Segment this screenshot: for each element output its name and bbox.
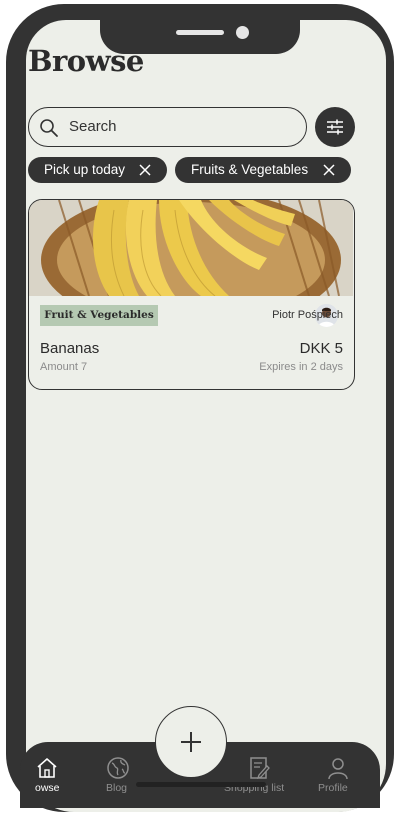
- chip-label: Fruits & Vegetables: [191, 162, 309, 177]
- home-icon: [35, 756, 59, 784]
- plus-icon: [181, 732, 201, 752]
- tab-shopping-list[interactable]: Shopping list: [224, 756, 300, 802]
- list-edit-icon: [248, 756, 272, 784]
- product-price: DKK 5: [299, 340, 343, 357]
- tab-label: Profile: [318, 782, 348, 794]
- sliders-icon: [327, 119, 343, 135]
- product-amount: Amount 7: [40, 361, 88, 373]
- category-badge: Fruit & Vegetables: [40, 305, 158, 326]
- product-name: Bananas: [40, 340, 100, 357]
- tab-label: Blog: [106, 782, 128, 794]
- tab-label: owse: [35, 782, 60, 794]
- tab-blog[interactable]: Blog: [106, 756, 146, 802]
- close-icon[interactable]: [139, 164, 151, 179]
- tab-profile[interactable]: Profile: [318, 756, 358, 802]
- filter-chip-pickup-today[interactable]: Pick up today: [28, 157, 167, 183]
- add-listing-button[interactable]: [155, 706, 227, 778]
- close-icon[interactable]: [323, 164, 335, 179]
- search-icon: [39, 118, 59, 142]
- search-placeholder: Search: [69, 118, 117, 135]
- tab-browse[interactable]: owse: [35, 756, 75, 802]
- chip-label: Pick up today: [44, 162, 126, 177]
- seller-name: Piotr Pośpiech: [272, 309, 343, 321]
- globe-icon: [106, 756, 130, 784]
- home-indicator: [136, 782, 266, 787]
- page-title: Browse: [28, 44, 144, 78]
- filter-chip-fruits-vegetables[interactable]: Fruits & Vegetables: [175, 157, 351, 183]
- banana-photo: [29, 200, 353, 296]
- front-camera: [236, 26, 249, 39]
- listing-card[interactable]: Fruit & Vegetables Piotr Pośpiech Banana…: [28, 199, 355, 390]
- search-input[interactable]: Search: [28, 107, 307, 147]
- product-expiry: Expires in 2 days: [259, 361, 343, 373]
- filter-button[interactable]: [315, 107, 355, 147]
- user-icon: [326, 756, 350, 784]
- speaker-grille: [176, 30, 224, 35]
